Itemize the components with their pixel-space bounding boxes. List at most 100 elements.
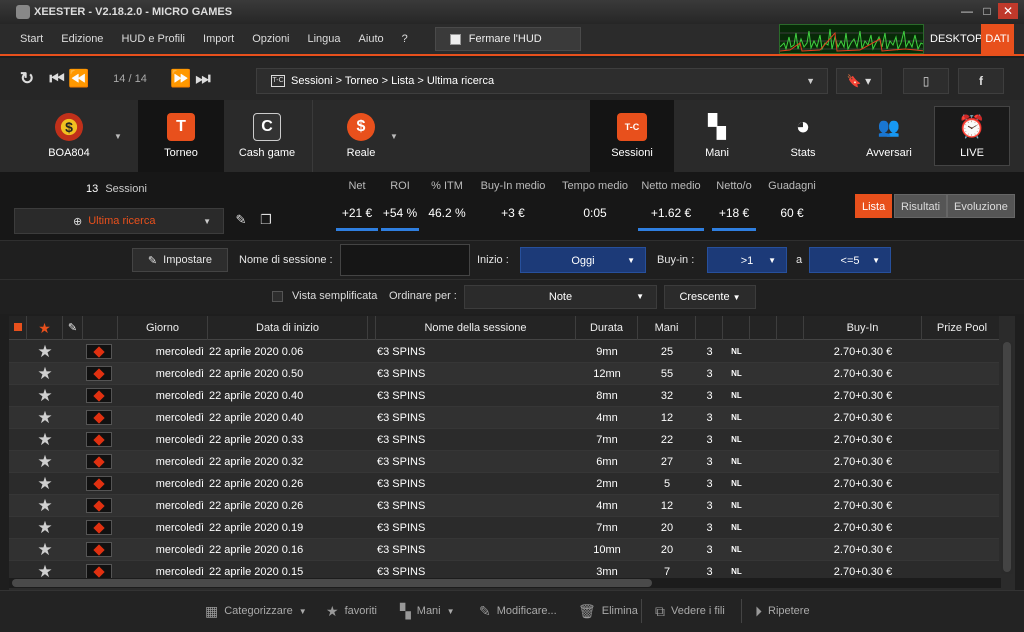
menu-lingua[interactable]: Lingua <box>299 33 350 45</box>
header-buyin[interactable]: Buy-In <box>804 316 922 340</box>
replay-button[interactable]: ⏵ Ripetere <box>755 601 810 621</box>
table-row[interactable]: ★ mercoledì 22 aprile 2020 0.40 €3 SPINS 8mn… <box>9 385 999 407</box>
hud-checkbox[interactable] <box>449 33 461 45</box>
favorite-star-icon[interactable]: ★ <box>27 341 63 363</box>
bookmark-button[interactable]: 🔖 ▾ <box>836 68 882 94</box>
table-row[interactable]: ★ mercoledì 22 aprile 2020 0.16 €3 SPINS 10m… <box>9 539 999 561</box>
tab-live[interactable]: ⏰ LIVE <box>934 106 1010 166</box>
menu-aiuto[interactable]: Aiuto <box>350 33 393 45</box>
impostare-button[interactable]: ✎ Impostare <box>132 248 228 272</box>
last-page-icon[interactable]: ⏭ <box>192 68 214 90</box>
edit-pencil-icon[interactable]: ✎ <box>233 212 249 230</box>
header-edit-icon[interactable]: ✎ <box>63 316 83 340</box>
header-type[interactable] <box>723 316 750 340</box>
header-giorno[interactable]: Giorno <box>118 316 208 340</box>
view-threads-button[interactable]: ⧉ Vedere i fili <box>655 601 725 621</box>
simplified-view-checkbox[interactable] <box>272 291 283 302</box>
table-row[interactable]: ★ mercoledì 22 aprile 2020 0.32 €3 SPINS 6mn… <box>9 451 999 473</box>
first-page-icon[interactable]: ⏮ <box>46 68 68 90</box>
search-select[interactable]: ⊕ Ultima ricerca ▼ <box>14 208 224 234</box>
header-star-icon[interactable]: ★ <box>27 316 63 340</box>
menu-start[interactable]: Start <box>11 33 52 45</box>
table-row[interactable]: ★ mercoledì 22 aprile 2020 0.26 €3 SPINS 2mn… <box>9 473 999 495</box>
header-data-inizio[interactable]: Data di inizio <box>208 316 368 340</box>
copy-icon[interactable]: ❐ <box>258 212 274 230</box>
buyin-to-select[interactable]: <=5 ▼ <box>809 247 891 273</box>
maximize-button[interactable]: □ <box>978 3 996 19</box>
hands-button[interactable]: ▚ Mani ▼ <box>400 601 455 621</box>
tab-cash-game[interactable]: C Cash game <box>224 100 310 172</box>
session-name-input[interactable] <box>340 244 470 276</box>
tab-stats[interactable]: ◕ Stats <box>760 100 846 172</box>
order-by-select[interactable]: Note ▼ <box>464 285 657 309</box>
facebook-button[interactable]: f <box>958 68 1004 94</box>
vertical-scroll-thumb[interactable] <box>1003 342 1011 572</box>
favorite-star-icon[interactable]: ★ <box>27 363 63 385</box>
view-evoluzione-button[interactable]: Evoluzione <box>947 194 1015 218</box>
menu-import[interactable]: Import <box>194 33 243 45</box>
favorite-star-icon[interactable]: ★ <box>27 429 63 451</box>
stop-hud-button[interactable]: Fermare l'HUD <box>434 27 581 51</box>
menu-opzioni[interactable]: Opzioni <box>243 33 298 45</box>
header-players[interactable] <box>696 316 723 340</box>
favorite-star-icon[interactable]: ★ <box>27 451 63 473</box>
menu-hud-profili[interactable]: HUD e Profili <box>112 33 194 45</box>
table-row[interactable]: ★ mercoledì 22 aprile 2020 0.19 €3 SPINS 7mn… <box>9 517 999 539</box>
favorite-star-icon[interactable]: ★ <box>27 473 63 495</box>
vertical-scrollbar[interactable] <box>1001 342 1013 574</box>
modify-button[interactable]: ✎ Modificare... <box>479 601 557 621</box>
favorite-star-icon[interactable]: ★ <box>27 539 63 561</box>
header-mani[interactable]: Mani <box>638 316 696 340</box>
table-row[interactable]: ★ mercoledì 22 aprile 2020 0.40 €3 SPINS 4mn… <box>9 407 999 429</box>
categorize-button[interactable]: ▦ Categorizzare ▼ <box>205 601 307 621</box>
header-color[interactable] <box>9 316 27 340</box>
breadcrumb[interactable]: T-C Sessioni > Torneo > Lista > Ultima r… <box>256 68 828 94</box>
minimize-button[interactable]: — <box>958 3 976 19</box>
delete-button[interactable]: 🗑 Elimina <box>578 601 638 621</box>
desktop-tab[interactable]: DESKTOP <box>926 24 986 54</box>
table-row[interactable]: ★ mercoledì 22 aprile 2020 0.06 €3 SPINS 9mn… <box>9 341 999 363</box>
header-room[interactable] <box>83 316 118 340</box>
cell-data-inizio: 22 aprile 2020 0.40 <box>209 412 304 424</box>
inizio-select[interactable]: Oggi ▼ <box>520 247 646 273</box>
header-extra-1[interactable] <box>750 316 777 340</box>
table-row[interactable]: ★ mercoledì 22 aprile 2020 0.33 €3 SPINS 7mn… <box>9 429 999 451</box>
favorite-star-icon[interactable]: ★ <box>27 517 63 539</box>
table-row[interactable]: ★ mercoledì 22 aprile 2020 0.26 €3 SPINS 4mn… <box>9 495 999 517</box>
chevron-down-icon[interactable]: ▼ <box>203 217 211 226</box>
refresh-icon[interactable]: ↻ <box>16 68 38 90</box>
header-nome-sessione[interactable]: Nome della sessione <box>376 316 576 340</box>
header-prize-pool[interactable]: Prize Pool <box>922 316 1002 340</box>
chevron-down-icon[interactable]: ▼ <box>806 76 815 86</box>
mobile-button[interactable]: ▯ <box>903 68 949 94</box>
chevron-down-icon[interactable]: ▼ <box>390 132 398 141</box>
table-row[interactable]: ★ mercoledì 22 aprile 2020 0.50 €3 SPINS 12m… <box>9 363 999 385</box>
horizontal-scrollbar[interactable] <box>9 578 1001 588</box>
favorite-star-icon[interactable]: ★ <box>27 407 63 429</box>
horizontal-scroll-thumb[interactable] <box>12 579 652 587</box>
menu-edizione[interactable]: Edizione <box>52 33 112 45</box>
favorite-star-icon[interactable]: ★ <box>27 385 63 407</box>
close-button[interactable]: ✕ <box>998 3 1018 19</box>
cell-giorno: mercoledì <box>155 522 204 534</box>
favorite-star-icon[interactable]: ★ <box>27 495 63 517</box>
cash-icon: C <box>253 113 281 141</box>
tab-sessioni[interactable]: T-C Sessioni <box>590 100 674 172</box>
cell-mani: 22 <box>660 434 674 446</box>
header-extra-2[interactable] <box>777 316 804 340</box>
view-lista-button[interactable]: Lista <box>855 194 893 218</box>
previous-page-icon[interactable]: ⏪ <box>68 68 90 90</box>
sort-direction-select[interactable]: Crescente ▼ <box>664 285 756 309</box>
menu-help[interactable]: ? <box>393 33 417 45</box>
header-durata[interactable]: Durata <box>576 316 638 340</box>
buyin-from-select[interactable]: >1 ▼ <box>707 247 787 273</box>
cell-buyin: 2.70+0.30 € <box>833 456 893 468</box>
next-page-icon[interactable]: ⏩ <box>170 68 192 90</box>
favorites-button[interactable]: ★ favoriti <box>326 601 377 621</box>
view-risultati-button[interactable]: Risultati <box>894 194 948 218</box>
chevron-down-icon[interactable]: ▼ <box>114 132 122 141</box>
tab-torneo[interactable]: T Torneo <box>138 100 224 172</box>
tab-mani[interactable]: ▚ Mani <box>674 100 760 172</box>
tab-avversari[interactable]: 👥 Avversari <box>846 100 932 172</box>
dati-tab[interactable]: DATI <box>981 24 1014 54</box>
